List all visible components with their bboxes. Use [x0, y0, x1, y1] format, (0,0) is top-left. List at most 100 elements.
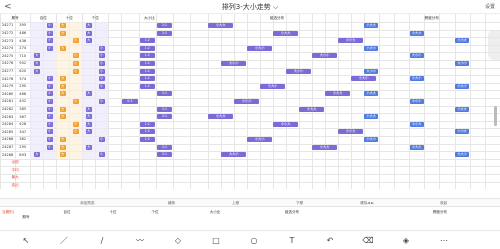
number-cell: 436: [19, 38, 27, 43]
span-pill: 小小小: [409, 98, 424, 104]
section-header-bai: 百位: [39, 16, 47, 20]
span-pill: 大小小: [364, 68, 379, 74]
clear-icon[interactable]: ◈: [400, 235, 412, 247]
issue-cell: 24274: [1, 46, 14, 51]
issue-cell: 24272: [1, 30, 14, 35]
grid-vline: [484, 14, 486, 190]
digit-ball: 大: [85, 22, 92, 28]
current-form-label: 当期形态: [2, 210, 14, 214]
grid-vline: [393, 14, 395, 190]
move-up-button[interactable]: 上移: [232, 200, 239, 206]
span-pill: 小大小: [455, 83, 470, 89]
ratio-pill: 1:2: [139, 83, 155, 89]
pattern-pill: 小大小: [247, 45, 273, 51]
digit-ball: 大: [85, 114, 92, 120]
grid-vline: [155, 14, 157, 190]
span-pill: 小大小: [364, 45, 379, 51]
pattern-pill: 大小小: [312, 53, 338, 59]
digit-ball: 大: [85, 30, 92, 36]
number-cell: 374: [19, 76, 27, 81]
digit-ball: 大: [85, 121, 92, 127]
more-icon[interactable]: ⋯: [438, 235, 450, 247]
digit-ball: 大: [85, 91, 92, 97]
grid-hline: [0, 174, 500, 175]
ratio-pill: 1:2: [139, 129, 155, 135]
digit-ball: 小: [46, 38, 53, 44]
span-pill: 小小大: [455, 38, 470, 44]
digit-ball: 大: [59, 30, 66, 36]
ratio-pill: 1:2: [139, 68, 155, 74]
issue-cell: 24271: [1, 23, 14, 28]
issue-cell: 24275: [1, 53, 14, 58]
ratio-pill: 0:3: [122, 98, 138, 104]
number-cell: 385: [19, 106, 27, 111]
issue-cell: 24279: [1, 84, 14, 89]
digit-ball: 小: [98, 83, 105, 89]
highlighter-icon[interactable]: 〰: [134, 235, 146, 247]
circle-icon[interactable]: ○: [248, 235, 260, 247]
chart-toolbar: 添加预选 横条 上移 下移 清除◄ ► 收起: [0, 198, 500, 207]
digit-ball: 小: [98, 60, 105, 66]
issue-cell: 24273: [1, 38, 14, 43]
ratio-pill: 1:2: [139, 60, 155, 66]
grid-vline: [311, 14, 313, 190]
number-cell: 274: [19, 46, 27, 51]
span-pill: 小大大: [409, 144, 424, 150]
section-header-zuxuan: 组选分布: [269, 16, 285, 20]
redo-icon[interactable]: ⌫: [362, 235, 374, 247]
grid-hline: [0, 181, 500, 183]
grid-hline: [0, 166, 500, 168]
digit-ball: 小: [46, 30, 53, 36]
digit-ball: 小: [46, 144, 53, 150]
pattern-pill: 小大大: [299, 106, 325, 112]
ratio-pill: 2:1: [156, 22, 173, 28]
issue-cell: 24287: [1, 144, 14, 149]
pointer-icon[interactable]: ↖: [20, 235, 32, 247]
ratio-pill: 2:1: [156, 114, 173, 120]
text-icon[interactable]: T: [286, 235, 298, 247]
move-down-button[interactable]: 下移: [296, 200, 303, 206]
settings-button[interactable]: 设置: [485, 2, 495, 12]
span-pill: 小大大: [364, 91, 379, 97]
digit-ball: 小: [46, 114, 53, 120]
pen-icon[interactable]: ／: [58, 235, 70, 247]
number-cell: 290: [19, 84, 27, 89]
stat-row-label: 出现: [11, 160, 19, 165]
pattern-pill: 小大大: [208, 114, 234, 120]
ratio-pill: 1:2: [139, 121, 155, 127]
number-cell: 362: [19, 137, 27, 142]
pattern-pill: 大大小: [221, 152, 247, 158]
grid-vline: [220, 14, 222, 190]
add-preselect-button[interactable]: 添加预选: [80, 200, 94, 206]
rect-icon[interactable]: □: [210, 235, 222, 247]
digit-ball: 小: [72, 129, 79, 135]
digit-ball: 小: [72, 98, 79, 104]
undo-icon[interactable]: ↶: [324, 235, 336, 247]
scrollbar[interactable]: [494, 106, 497, 126]
ratio-pill: 1:2: [139, 45, 155, 51]
span-pill: 小大小: [364, 136, 379, 142]
issue-cell: 24277: [1, 68, 14, 73]
grid-vline: [272, 14, 274, 190]
issue-cell: 24278: [1, 76, 14, 81]
digit-ball: 小: [46, 76, 53, 82]
ratio-pill: 1:2: [139, 38, 155, 44]
collapse-button[interactable]: 收起: [440, 200, 447, 206]
eraser-icon[interactable]: ◇: [172, 235, 184, 247]
digit-ball: 大: [85, 144, 92, 150]
clear-button[interactable]: 清除◄ ►: [360, 200, 374, 206]
page-title[interactable]: 排列3-大小走势 ⌵: [0, 1, 500, 13]
ratio-pill: 2:1: [156, 91, 173, 97]
digit-ball: 小: [46, 136, 53, 142]
app-window: { "header":{"back_label":"<","title":"排列…: [0, 0, 500, 249]
digit-ball: 小: [98, 68, 105, 74]
pattern-pill: 小小小: [234, 98, 260, 104]
stat-row-label: 最大: [11, 175, 19, 180]
span-pill: 大小小: [455, 60, 470, 66]
number-cell: 428: [19, 122, 27, 127]
pattern-pill: 小小大: [338, 129, 364, 135]
issue-cell: 24280: [1, 91, 14, 96]
pencil-icon[interactable]: ∕: [96, 235, 108, 247]
digit-ball: 小: [46, 83, 53, 89]
bar-button[interactable]: 横条: [168, 200, 175, 206]
